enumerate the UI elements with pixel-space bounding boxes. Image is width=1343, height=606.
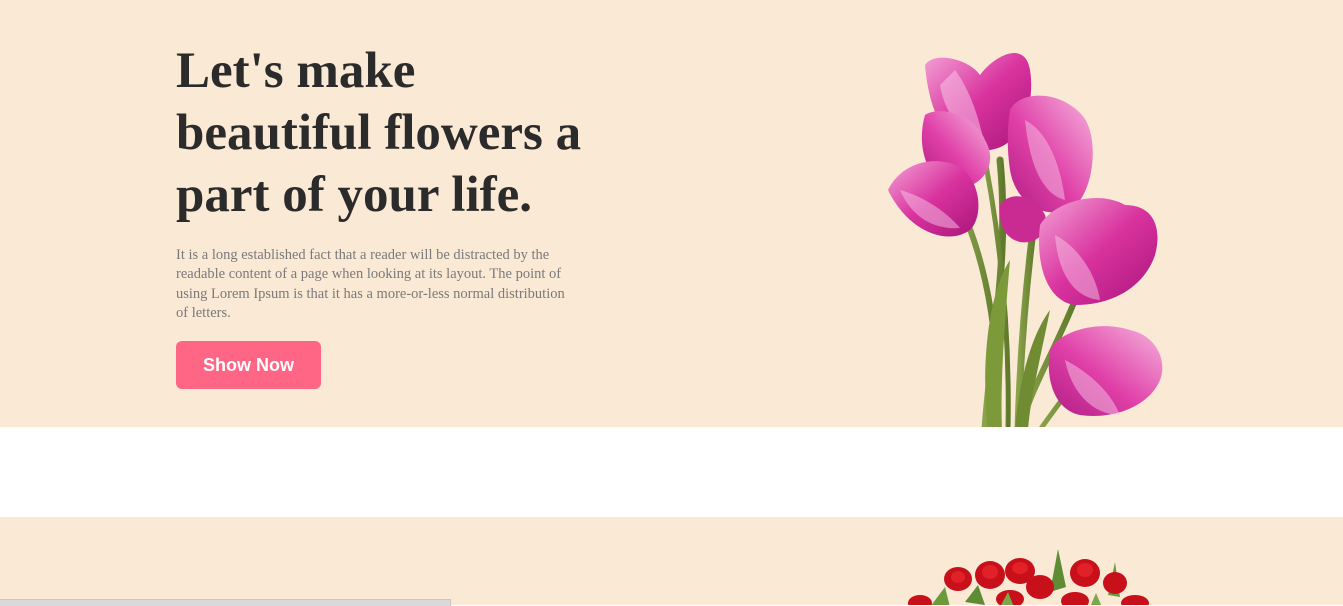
hero-title-line: part of your life.	[176, 167, 533, 223]
hero-description-line: readable content of a page when looking …	[176, 266, 562, 283]
hero-description-line: using Lorem Ipsum is that it has a more-…	[176, 285, 565, 302]
hero-description-line: of letters.	[176, 304, 231, 321]
section-spacer	[0, 427, 1343, 517]
hero-title-line: Let's make	[176, 43, 416, 99]
hero-section: Let's make beautiful flowers a part of y…	[0, 0, 1343, 427]
second-section	[0, 517, 1343, 605]
hero-title-line: beautiful flowers a	[176, 105, 582, 161]
hero-description-line: It is a long established fact that a rea…	[176, 247, 550, 263]
hero-description: It is a long established fact that a rea…	[176, 246, 621, 323]
show-now-button[interactable]: Show Now	[176, 341, 321, 389]
hero-title: Let's make beautiful flowers a part of y…	[176, 40, 636, 226]
roses-image	[908, 549, 1149, 605]
tulips-image	[888, 53, 1163, 427]
